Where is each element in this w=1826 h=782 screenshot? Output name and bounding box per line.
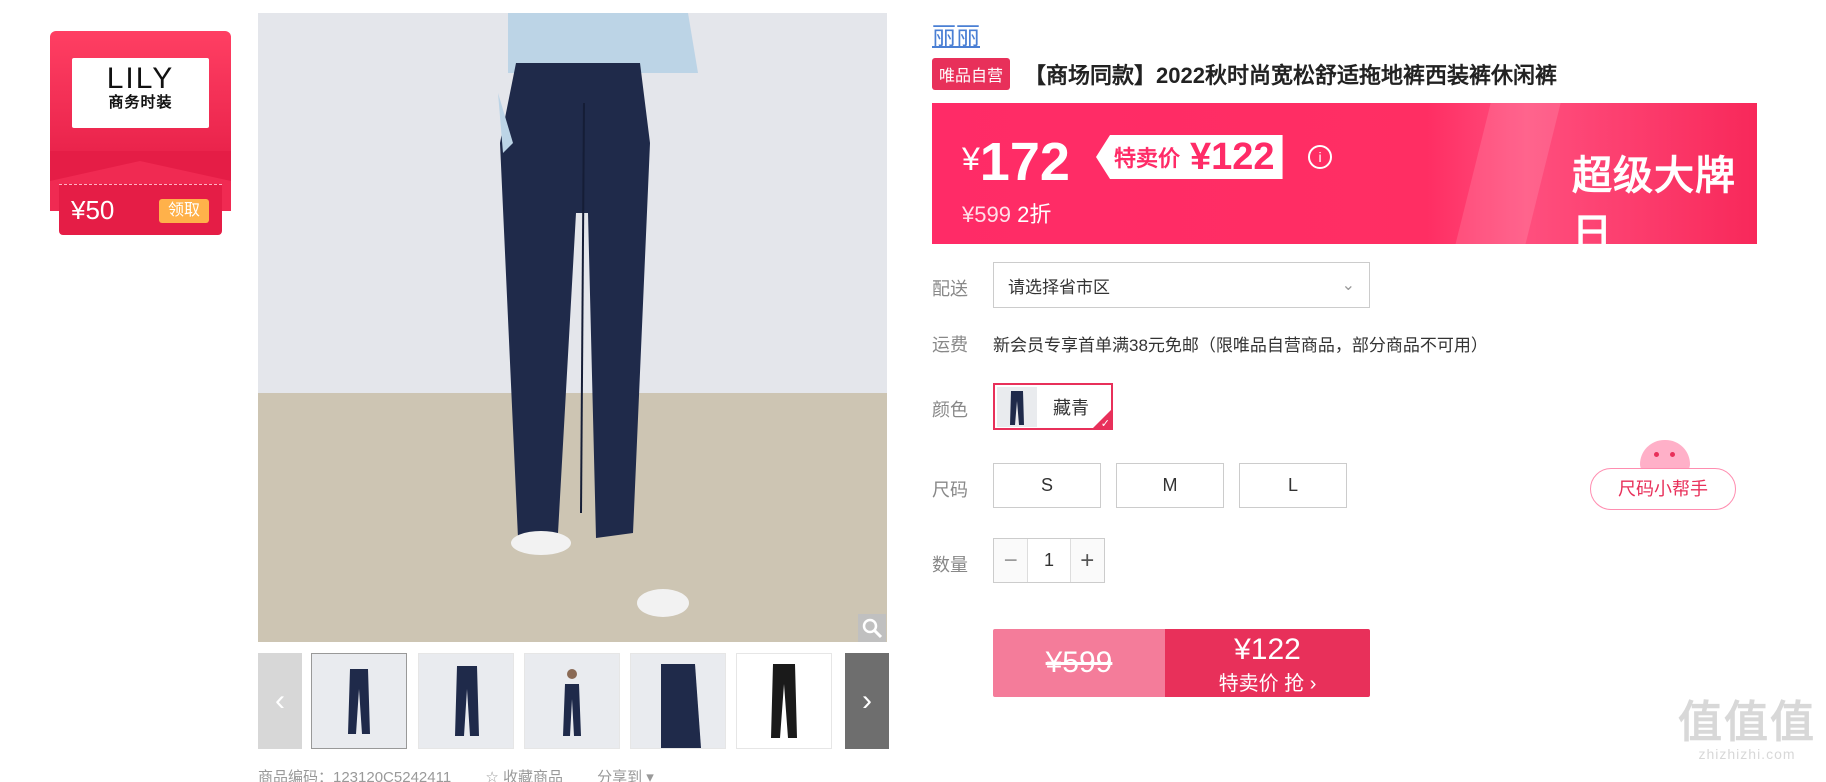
info-icon[interactable]: i <box>1308 145 1332 169</box>
checkmark-icon: ✓ <box>1100 418 1110 430</box>
price-banner: ¥172 特卖价 ¥122 i ¥599 2折 超级大牌日 <box>932 103 1757 244</box>
coupon-claim-button[interactable]: 领取 <box>159 199 209 223</box>
product-title: 【商场同款】2022秋时尚宽松舒适拖地裤西装裤休闲裤 <box>1024 63 1557 88</box>
size-label: 尺码 <box>932 480 968 500</box>
brand-link[interactable]: 丽丽 <box>932 16 980 51</box>
watermark-domain: zhizhizhi.com <box>1698 746 1796 762</box>
thumbnail[interactable] <box>630 653 726 749</box>
discount-rate: 2折 <box>1017 202 1052 227</box>
zoom-icon[interactable] <box>858 614 886 642</box>
original-price: ¥599 <box>962 202 1011 227</box>
color-option-selected[interactable]: 藏青 ✓ <box>993 383 1113 430</box>
buy-special-price: ¥122 <box>1234 633 1301 666</box>
watermark-logo: 值值值 <box>1678 698 1816 747</box>
quantity-label: 数量 <box>932 555 968 575</box>
quantity-value[interactable]: 1 <box>1027 539 1071 582</box>
thumbnail[interactable] <box>736 653 832 749</box>
thumbnail-strip: ‹ › <box>258 653 889 749</box>
quantity-stepper: − 1 + <box>993 538 1105 583</box>
brand-coupon-card[interactable]: LILY 商务时装 ¥50 领取 <box>50 31 231 237</box>
coupon-footer: ¥50 领取 <box>59 184 222 235</box>
special-price-label: 特卖价 <box>1114 146 1181 171</box>
product-photo <box>258 13 887 642</box>
quantity-increase-button[interactable]: + <box>1070 539 1104 582</box>
favorite-link[interactable]: ☆ 收藏商品 <box>485 769 563 782</box>
title-row: 唯品自营 【商场同款】2022秋时尚宽松舒适拖地裤西装裤休闲裤 <box>932 58 1557 90</box>
brand-logo-subtext: 商务时装 <box>108 94 173 111</box>
color-option-label: 藏青 <box>1053 397 1089 418</box>
site-watermark: 值值值 zhizhizhi.com <box>1672 698 1822 763</box>
current-price-value: 172 <box>979 132 1070 192</box>
self-operated-badge: 唯品自营 <box>932 58 1011 90</box>
share-dropdown[interactable]: 分享到 ▾ <box>597 769 654 782</box>
shipping-fee-label: 运费 <box>932 335 968 355</box>
thumbnail[interactable] <box>524 653 620 749</box>
color-label: 颜色 <box>932 400 968 420</box>
delivery-label: 配送 <box>932 279 968 299</box>
original-price-row: ¥599 2折 <box>962 197 1051 229</box>
brand-logo: LILY 商务时装 <box>72 58 209 128</box>
buy-action-label: 特卖价 抢 › <box>1218 673 1317 695</box>
thumbnail-prev-button[interactable]: ‹ <box>258 653 302 749</box>
delivery-region-placeholder: 请选择省市区 <box>1008 277 1110 297</box>
banner-decoration <box>1450 103 1564 244</box>
brand-logo-text: LILY <box>106 62 175 95</box>
thumbnail[interactable] <box>311 653 407 749</box>
buy-special-section[interactable]: ¥122 特卖价 抢 › <box>1165 629 1370 697</box>
current-price: ¥172 <box>962 131 1070 193</box>
size-helper-button[interactable]: 尺码小帮手 <box>1590 468 1736 510</box>
promo-title: 超级大牌日 <box>1572 154 1736 244</box>
color-swatch-image <box>997 386 1037 427</box>
product-meta-row: 商品编码：123120C5242411 ☆ 收藏商品 分享到 ▾ <box>258 766 898 782</box>
size-option-m[interactable]: M <box>1116 463 1224 508</box>
buy-original-price: ¥599 <box>993 629 1165 697</box>
delivery-region-select[interactable]: 请选择省市区 ⌄ <box>993 262 1370 308</box>
coupon-header: LILY 商务时装 <box>50 31 231 211</box>
quantity-decrease-button[interactable]: − <box>994 539 1028 582</box>
chevron-down-icon: ⌄ <box>1341 277 1355 294</box>
special-price-tag: 特卖价 ¥122 <box>1096 135 1283 179</box>
thumbnail[interactable] <box>418 653 514 749</box>
special-price-value: ¥122 <box>1190 135 1275 178</box>
thumbnail-next-button[interactable]: › <box>845 653 889 749</box>
currency-symbol: ¥ <box>962 141 980 177</box>
main-product-image[interactable] <box>258 13 887 642</box>
buy-button[interactable]: ¥599 ¥122 特卖价 抢 › <box>993 629 1370 697</box>
coupon-amount: ¥50 <box>71 195 115 225</box>
shipping-fee-text: 新会员专享首单满38元免邮（限唯品自营商品，部分商品不可用） <box>993 336 1488 355</box>
size-option-s[interactable]: S <box>993 463 1101 508</box>
size-option-l[interactable]: L <box>1239 463 1347 508</box>
product-sku: 商品编码：123120C5242411 <box>258 769 452 782</box>
